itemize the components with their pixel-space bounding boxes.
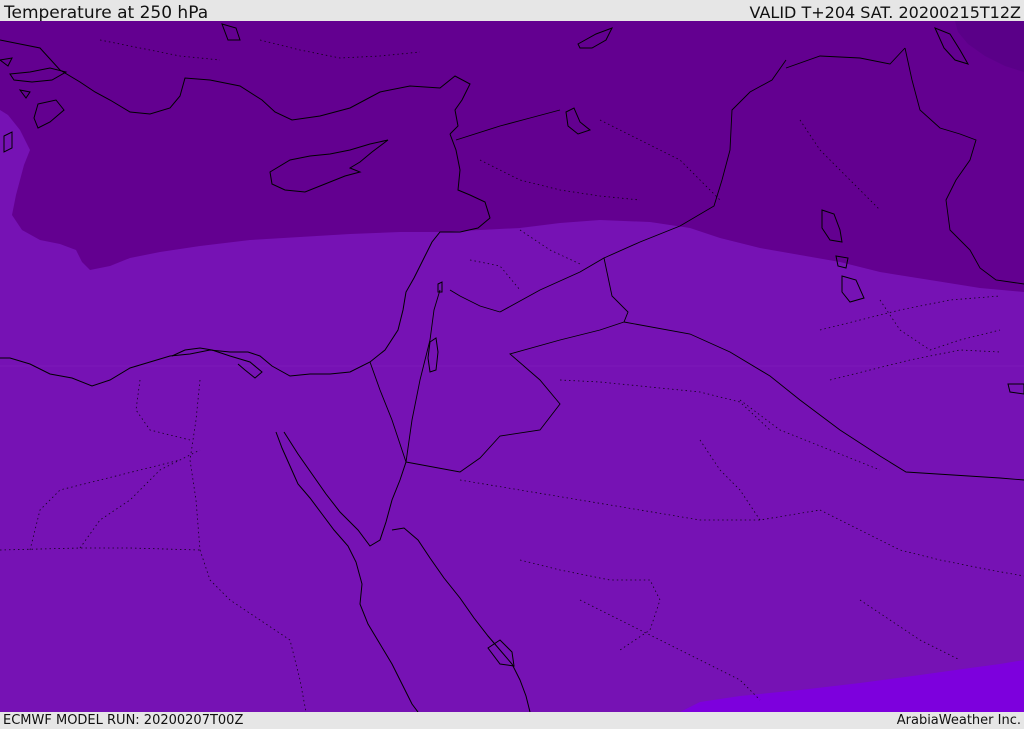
header-bar: Temperature at 250 hPa VALID T+204 SAT. …: [0, 0, 1024, 23]
map-canvas: [0, 21, 1024, 712]
temperature-map: [0, 21, 1024, 712]
footer-bar: ECMWF MODEL RUN: 20200207T00Z ArabiaWeat…: [0, 712, 1024, 729]
credit-label: ArabiaWeather Inc.: [896, 713, 1021, 728]
model-run-label: ECMWF MODEL RUN: 20200207T00Z: [3, 713, 244, 728]
